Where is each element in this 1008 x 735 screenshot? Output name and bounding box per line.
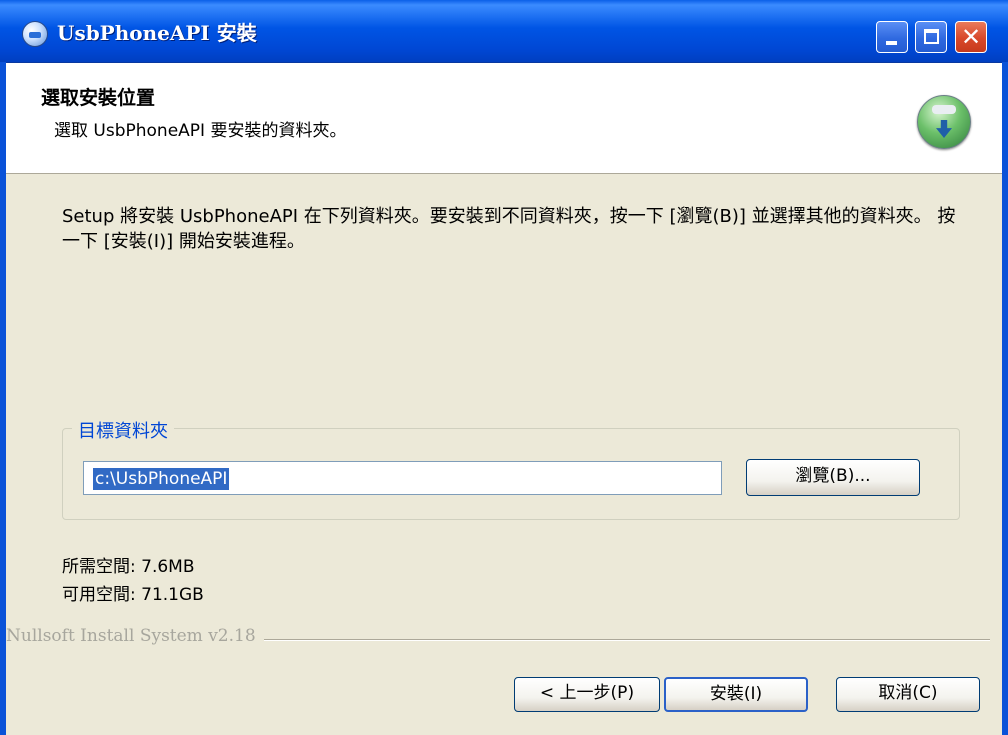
app-icon <box>22 21 48 47</box>
window-title: UsbPhoneAPI 安裝 <box>57 21 257 45</box>
install-path-input[interactable]: c:\UsbPhoneAPI <box>83 461 722 495</box>
window-right-border <box>1002 62 1008 735</box>
disc-label-shape <box>932 105 956 114</box>
title-bar[interactable]: UsbPhoneAPI 安裝 ✕ <box>0 0 1008 63</box>
close-button[interactable]: ✕ <box>955 21 987 53</box>
install-button[interactable]: 安裝(I) <box>664 677 808 712</box>
close-icon: ✕ <box>960 23 982 51</box>
window-left-border <box>0 62 6 735</box>
destination-folder-legend: 目標資料夾 <box>72 417 174 443</box>
minimize-button[interactable] <box>876 21 908 53</box>
minimize-icon <box>886 41 897 45</box>
instructions-text: Setup 將安裝 UsbPhoneAPI 在下列資料夾。要安裝到不同資料夾，按… <box>62 206 956 252</box>
page-title: 選取安裝位置 <box>41 87 156 109</box>
page-subtitle: 選取 UsbPhoneAPI 要安裝的資料夾。 <box>54 121 347 141</box>
page-header: 選取安裝位置 選取 UsbPhoneAPI 要安裝的資料夾。 <box>0 63 1008 174</box>
maximize-icon <box>924 29 939 44</box>
cancel-button[interactable]: 取消(C) <box>836 677 980 712</box>
install-path-value: c:\UsbPhoneAPI <box>93 468 230 490</box>
back-button[interactable]: < 上一步(P) <box>514 677 660 712</box>
space-available-text: 可用空間: 71.1GB <box>62 585 204 605</box>
space-required-text: 所需空間: 7.6MB <box>62 557 195 577</box>
maximize-button[interactable] <box>915 21 947 53</box>
browse-button[interactable]: 瀏覽(B)... <box>746 459 920 496</box>
download-arrow-shape <box>936 120 952 138</box>
installer-disc-icon <box>917 95 971 149</box>
installer-window: UsbPhoneAPI 安裝 ✕ 選取安裝位置 選取 UsbPhoneAPI 要… <box>0 0 1008 735</box>
nsis-branding: Nullsoft Install System v2.18 <box>6 626 264 646</box>
